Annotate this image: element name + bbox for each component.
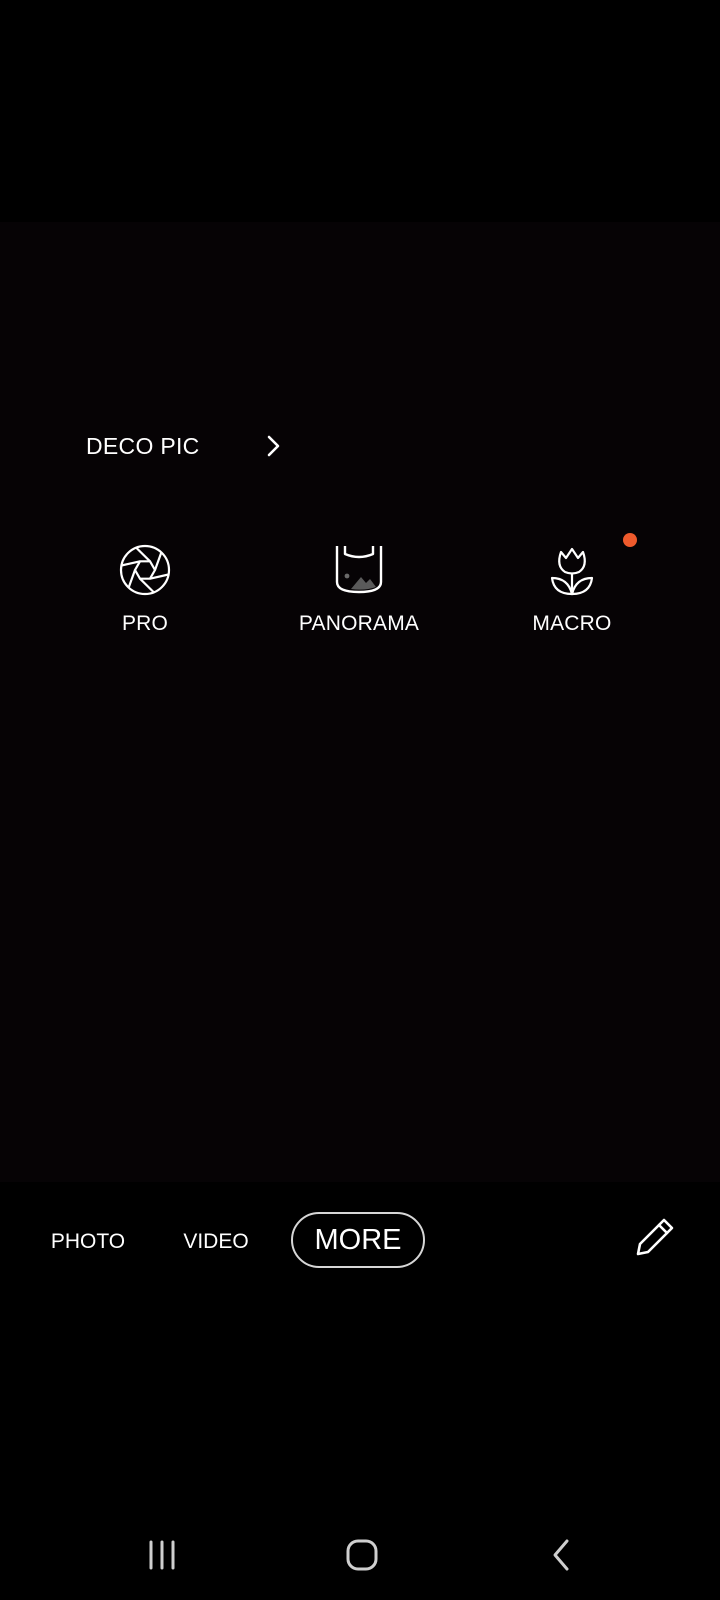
mode-macro-label: MACRO [532,612,612,635]
camera-screen: DECO PIC PRO PANORAMA MACRO PHOTO VIDEO … [0,0,720,1600]
tab-more[interactable]: MORE [291,1212,425,1268]
mode-macro-button[interactable]: MACRO [472,540,672,660]
mode-pro-label: PRO [121,612,169,635]
home-icon [346,1539,378,1571]
panorama-icon [335,546,383,594]
system-nav-bar [0,1510,720,1600]
tab-photo[interactable]: PHOTO [38,1200,138,1284]
tulip-icon [550,547,594,596]
back-icon [553,1539,569,1571]
camera-mode-bar: PHOTO VIDEO MORE [0,1200,720,1284]
tab-video[interactable]: VIDEO [170,1200,262,1284]
deco-pic-button[interactable]: DECO PIC [86,420,296,472]
pencil-icon[interactable] [628,1208,684,1264]
nav-recents-button[interactable] [122,1510,202,1600]
chevron-right-icon [267,435,280,457]
nav-back-button[interactable] [522,1510,602,1600]
camera-viewfinder[interactable] [0,222,720,1182]
recents-icon [149,1540,175,1570]
mode-panorama-label: PANORAMA [298,612,420,635]
mode-pro-button[interactable]: PRO [45,540,245,660]
deco-pic-label: DECO PIC [86,432,200,459]
mode-panorama-button[interactable]: PANORAMA [259,540,459,660]
new-badge-dot [623,533,637,547]
aperture-icon [119,544,171,596]
nav-home-button[interactable] [322,1510,402,1600]
